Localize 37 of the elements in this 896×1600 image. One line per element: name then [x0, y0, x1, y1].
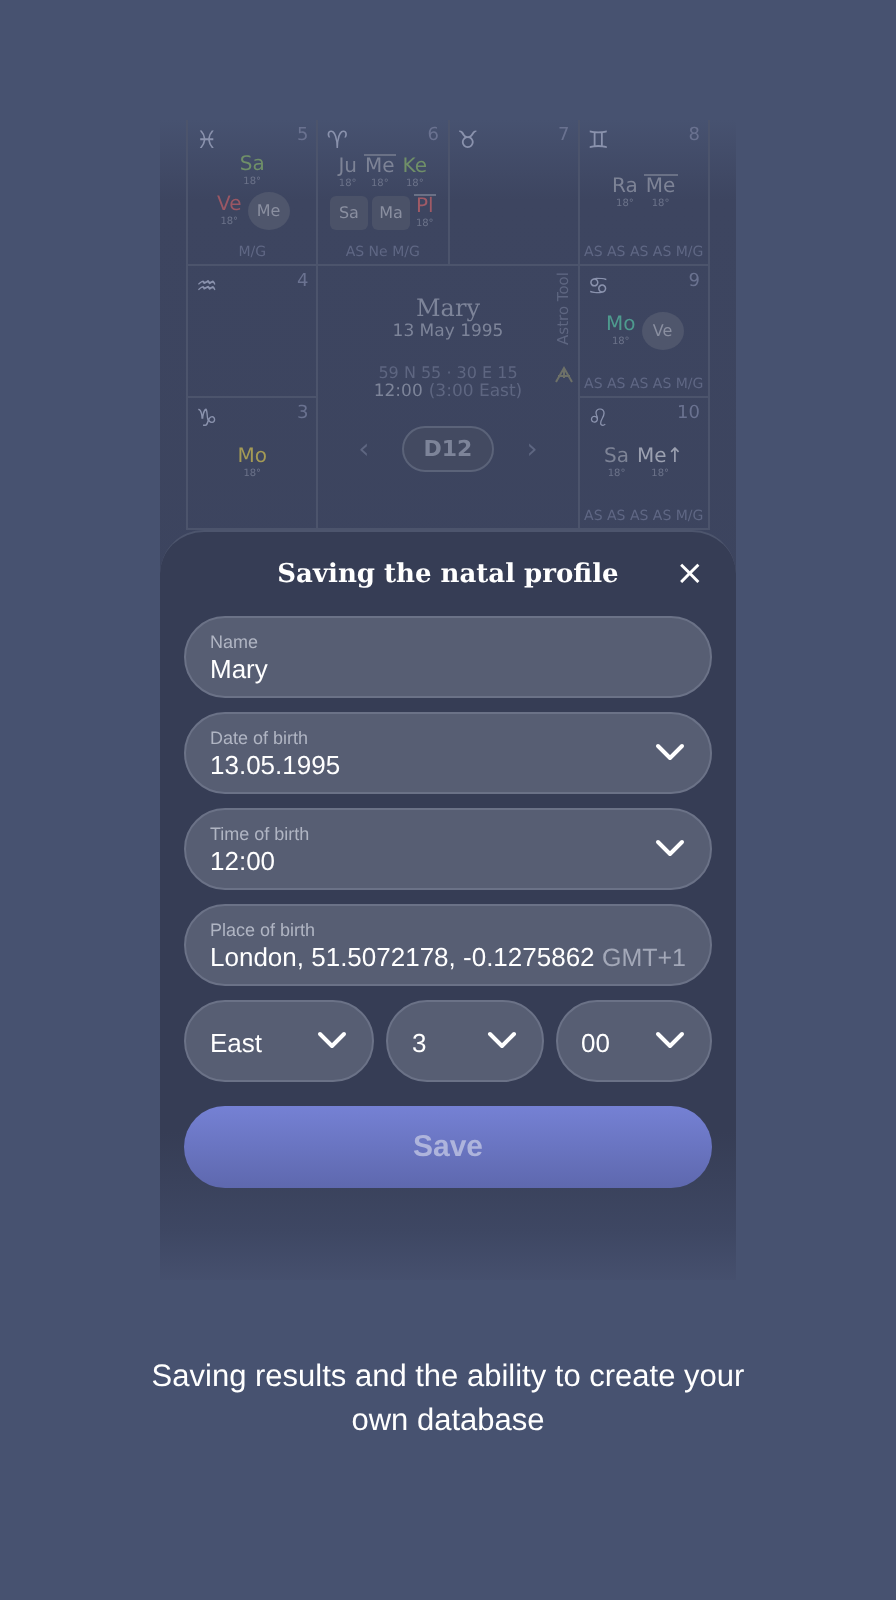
zodiac-sign: ♓ — [196, 126, 218, 154]
planet-label: Mo — [604, 314, 638, 336]
planet-label: Ve — [215, 194, 244, 216]
planet-label: Me — [363, 154, 397, 178]
profile-name: Mary — [416, 294, 480, 322]
dropdown-field[interactable]: Date of birth 13.05.1995 — [184, 712, 712, 794]
planet-label: Ke — [400, 155, 430, 177]
zodiac-sign: ♒ — [196, 272, 218, 300]
planet-label: Me — [247, 192, 290, 230]
dropdown-field[interactable]: 00 — [555, 1000, 712, 1082]
zodiac-sign: ♋ — [587, 272, 610, 300]
planet-label: Pl — [413, 194, 436, 218]
planet-label: Sa — [602, 446, 632, 468]
dropdown-field[interactable]: 3 — [386, 1000, 543, 1082]
input-field[interactable]: Name Mary — [184, 616, 712, 698]
input-field[interactable]: Place of birth London, 51.5072178, -0.1275862 GMT+1 — [184, 904, 712, 986]
zodiac-sign: ♊ — [587, 126, 610, 154]
birth-date: 13 May 1995 — [392, 322, 504, 342]
planet-label: Sa — [237, 154, 267, 176]
planet-label: Ju — [336, 155, 360, 177]
dropdown-field[interactable]: Time of birth 12:00 — [184, 808, 712, 890]
birth-time: 12:00 — [373, 382, 423, 402]
planet-label: Mo — [235, 446, 269, 468]
planet-label: Sa — [329, 195, 368, 229]
sheet-title: Saving the natal profile — [277, 559, 619, 589]
caption-text: Saving results and the ability to create your own database — [149, 1358, 747, 1442]
zodiac-sign: ♉ — [457, 126, 479, 154]
planet-label: Me — [643, 174, 678, 198]
zodiac-sign: ♈ — [326, 126, 349, 154]
zodiac-sign: ♑ — [196, 404, 218, 432]
planet-label: Ma — [371, 195, 410, 229]
close-button[interactable]: × — [671, 552, 708, 596]
planet-label: Me↑ — [635, 446, 686, 468]
planet-label: Ra — [610, 175, 640, 197]
dropdown-field[interactable]: East — [184, 1000, 374, 1082]
planet-label: Ve — [641, 312, 684, 350]
zodiac-sign: ♌ — [587, 404, 610, 432]
